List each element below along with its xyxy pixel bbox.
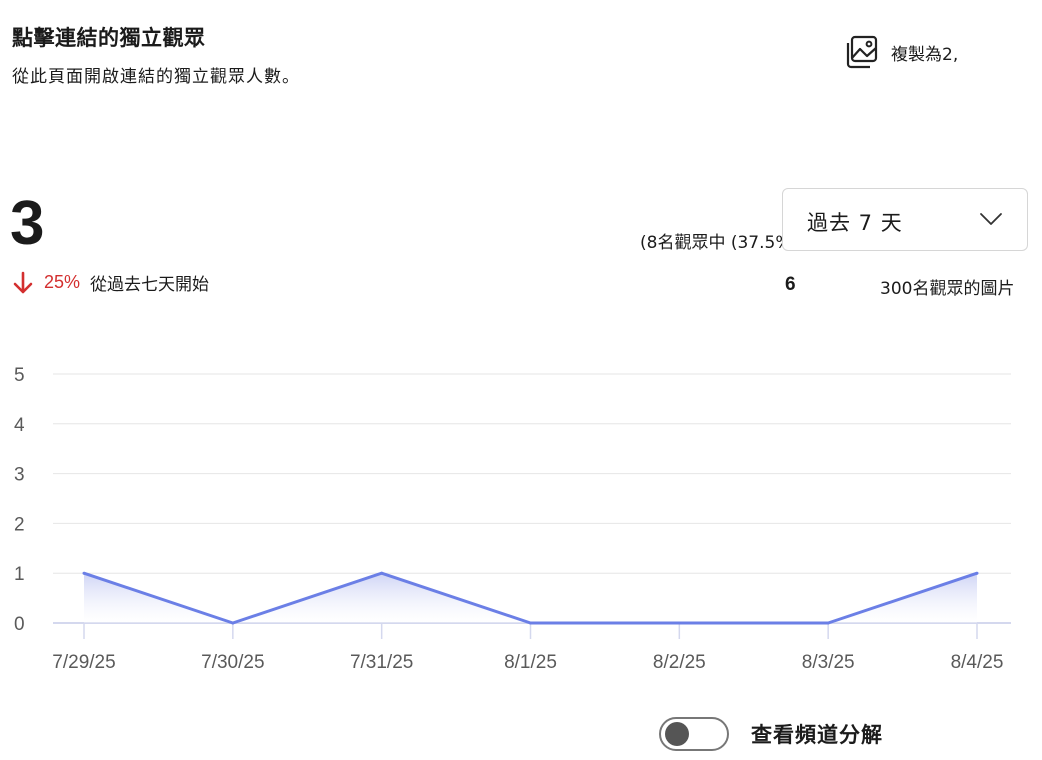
channel-breakdown-label: 查看頻道分解 (751, 723, 883, 747)
change-text: 從過去七天開始 (90, 275, 210, 295)
y-tick-label: 3 (14, 465, 25, 486)
chart-subtitle: 從此頁面開啟連結的獨立觀眾人數。 (12, 67, 300, 87)
x-tick-label: 8/3/25 (802, 652, 855, 673)
chart-title: 點擊連結的獨立觀眾 (12, 26, 206, 50)
y-tick-label: 1 (14, 564, 25, 585)
chevron-down-icon (980, 213, 1002, 225)
series-line (83, 571, 978, 625)
data-point (231, 621, 235, 625)
y-tick-label: 4 (14, 415, 25, 436)
x-tick-label: 8/1/25 (504, 652, 557, 673)
x-tick-label: 7/30/25 (201, 652, 264, 673)
data-point (677, 621, 681, 625)
series-area (84, 573, 977, 623)
x-tick-label: 8/2/25 (653, 652, 706, 673)
copy-as-image-label: 複製為2, (891, 44, 959, 65)
y-tick-label: 2 (14, 514, 25, 535)
y-tick-label: 0 (14, 614, 25, 635)
channel-breakdown-toggle[interactable] (659, 717, 729, 751)
x-tick-label: 7/31/25 (350, 652, 413, 673)
viewer-image-label: 300名觀眾的圖片 (880, 279, 1015, 299)
data-point (82, 571, 86, 575)
data-point (975, 571, 979, 575)
channel-breakdown-toggle-group: 查看頻道分解 (659, 717, 883, 751)
image-copy-icon (846, 35, 878, 69)
data-point (529, 621, 532, 625)
change-indicator: 25% 從過去七天開始 (12, 270, 209, 295)
copy-as-image-button[interactable]: 複製為2, (843, 34, 958, 70)
data-point (380, 571, 384, 575)
date-range-dropdown[interactable]: 過去 7 天 (782, 188, 1028, 251)
viewer-image-count: 6 (785, 274, 796, 295)
change-percent: 25% (44, 272, 81, 292)
toggle-knob (665, 722, 689, 746)
x-tick-label: 8/4/25 (951, 652, 1004, 673)
date-range-value: 過去 7 天 (807, 211, 903, 235)
viewers-area-chart: 0 1 2 3 4 5 7/29/25 7/30/25 7/31/25 8/1/25 8/2/25… (14, 365, 1011, 673)
x-tick-label: 7/29/25 (52, 652, 115, 673)
arrow-down-icon (13, 271, 33, 293)
viewer-ratio-stat: (8名觀眾中 (37.5% (640, 233, 792, 253)
unique-viewers-value: 3 (10, 189, 45, 258)
y-tick-label: 5 (14, 365, 25, 386)
data-point (826, 621, 830, 625)
